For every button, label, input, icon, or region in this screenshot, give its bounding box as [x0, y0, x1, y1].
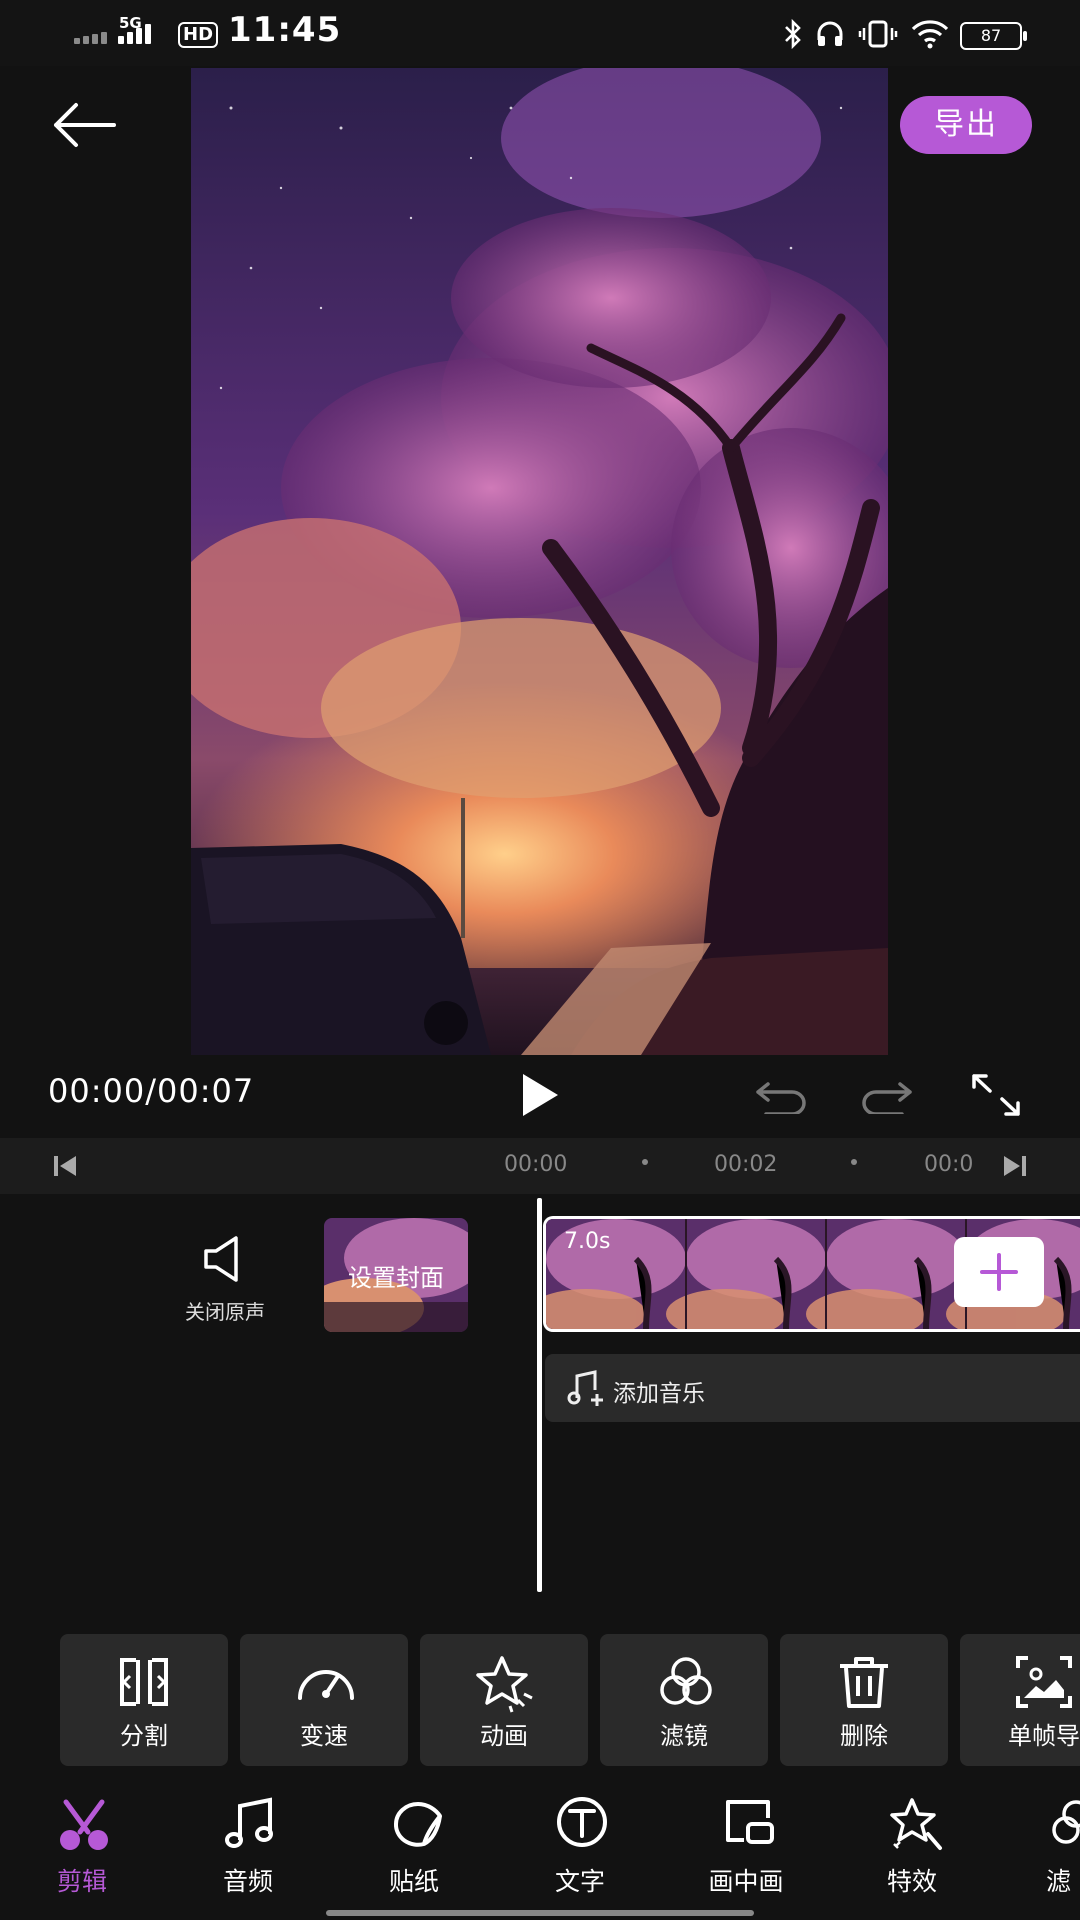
network-type: 5G [119, 14, 142, 32]
sticker-icon [394, 1802, 442, 1847]
playhead[interactable] [537, 1198, 542, 1592]
tool-animation[interactable]: 动画 [420, 1634, 588, 1766]
mute-original-sound-button[interactable]: 关闭原声 [140, 1296, 310, 1325]
hd-badge: HD [178, 22, 219, 48]
nav-label: 特效 [886, 1867, 937, 1896]
ruler-dot [851, 1159, 857, 1165]
home-indicator[interactable] [326, 1910, 754, 1916]
nav-edit[interactable]: 剪辑 [22, 1796, 142, 1896]
tool-label: 删除 [840, 1722, 888, 1750]
timeline-ruler[interactable]: 00:00 00:02 00:0 [0, 1138, 1080, 1194]
battery-level: 87 [980, 26, 1002, 45]
status-time: 11:45 [228, 10, 342, 50]
ruler-dot [642, 1159, 648, 1165]
effects-icon [890, 1798, 942, 1850]
status-bar: 5G HD 11:45 87 [0, 0, 1080, 66]
nav-filter[interactable]: 滤 [1018, 1796, 1080, 1896]
tool-delete[interactable]: 删除 [780, 1634, 948, 1766]
back-button[interactable] [50, 100, 120, 150]
add-clip-button[interactable] [954, 1237, 1044, 1307]
pip-icon [726, 1800, 774, 1844]
nav-audio[interactable]: 音频 [188, 1796, 308, 1896]
music-icon [225, 1797, 273, 1848]
ruler-tick: 00:00 [504, 1152, 568, 1177]
tool-split[interactable]: 分割 [60, 1634, 228, 1766]
tool-label: 动画 [480, 1722, 528, 1750]
tool-label: 变速 [300, 1722, 348, 1750]
filter-icon [660, 1657, 712, 1705]
battery-icon: 87 [960, 22, 1027, 50]
video-preview[interactable] [191, 68, 888, 1055]
arrow-left-icon [54, 103, 116, 147]
fullscreen-icon[interactable] [970, 1072, 1022, 1118]
speed-icon [298, 1670, 354, 1700]
nav-label: 剪辑 [56, 1867, 107, 1896]
nav-text[interactable]: 文字 [520, 1796, 640, 1896]
nav-pip[interactable]: 画中画 [686, 1796, 806, 1896]
nav-effects[interactable]: 特效 [852, 1796, 972, 1896]
skip-end-icon[interactable] [1002, 1152, 1028, 1180]
tool-filter[interactable]: 滤镜 [600, 1634, 768, 1766]
skip-start-icon[interactable] [52, 1152, 78, 1180]
clip-duration: 7.0s [564, 1229, 611, 1254]
nav-label: 滤 [1046, 1867, 1072, 1896]
tool-label: 单帧导 [1008, 1722, 1080, 1750]
scissors-icon [60, 1799, 108, 1850]
nav-label: 文字 [554, 1867, 605, 1896]
text-icon [557, 1797, 607, 1847]
headphones-icon [817, 21, 843, 46]
add-music-label: 添加音乐 [613, 1381, 705, 1407]
ruler-tick: 00:02 [714, 1152, 778, 1177]
time-readout: 00:00/00:07 [48, 1072, 255, 1110]
ruler-tick: 00:0 [924, 1152, 974, 1177]
export-button[interactable]: 导出 [900, 96, 1032, 154]
nav-label: 音频 [222, 1867, 273, 1896]
redo-icon[interactable] [860, 1076, 916, 1114]
play-icon[interactable] [520, 1072, 560, 1118]
tool-label: 滤镜 [660, 1722, 708, 1750]
animation-icon [476, 1656, 533, 1713]
nav-sticker[interactable]: 贴纸 [354, 1796, 474, 1896]
cover-label: 设置封面 [348, 1264, 444, 1292]
signal-icon [74, 0, 154, 66]
vibrate-icon [858, 20, 898, 48]
undo-icon[interactable] [752, 1076, 808, 1114]
delete-icon [840, 1657, 888, 1708]
bluetooth-icon [785, 18, 801, 50]
nav-label: 贴纸 [388, 1867, 439, 1896]
music-add-icon [567, 1370, 603, 1406]
wifi-icon [911, 20, 949, 49]
frame-export-icon [1016, 1656, 1072, 1708]
nav-label: 画中画 [708, 1867, 784, 1896]
tool-label: 分割 [120, 1722, 168, 1750]
plus-icon [980, 1253, 1018, 1291]
speaker-icon[interactable] [200, 1234, 252, 1284]
add-music-track[interactable]: 添加音乐 [545, 1354, 1080, 1422]
filter-icon [1052, 1800, 1080, 1844]
tool-speed[interactable]: 变速 [240, 1634, 408, 1766]
split-icon [120, 1658, 168, 1706]
tool-frame-export[interactable]: 单帧导 [960, 1634, 1080, 1766]
set-cover-button[interactable]: 设置封面 [324, 1218, 468, 1332]
